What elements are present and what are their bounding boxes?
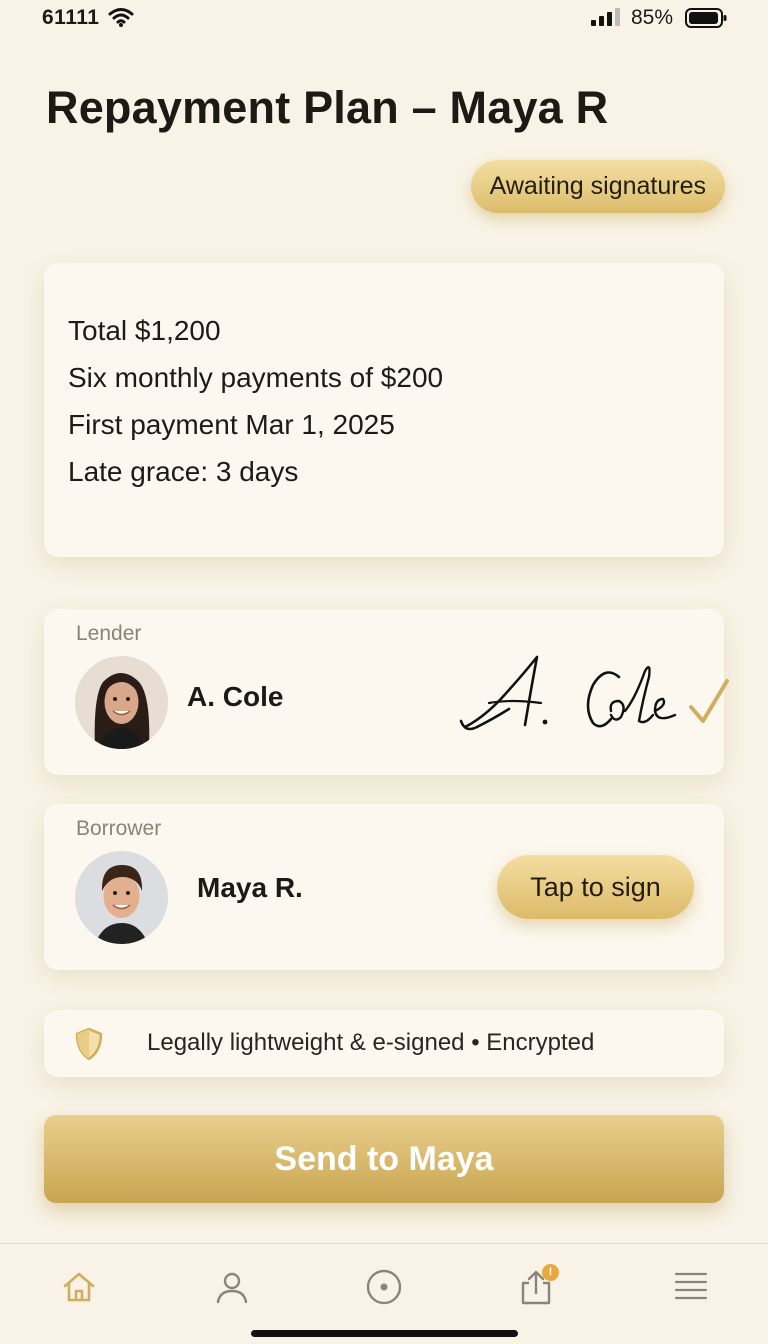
wifi-icon <box>108 6 134 33</box>
lender-role-label: Lender <box>76 622 142 645</box>
borrower-role-label: Borrower <box>76 817 162 840</box>
terms-card: Total $1,200 Six monthly payments of $20… <box>44 263 724 557</box>
menu-icon <box>673 1269 709 1310</box>
security-note: Legally lightweight & e-signed • Encrypt… <box>44 1010 724 1077</box>
lender-card: Lender A. Cole <box>44 609 729 775</box>
battery-percentage: 85% <box>631 6 674 29</box>
share-icon: ! <box>519 1263 559 1310</box>
status-time: 61111 <box>42 6 100 29</box>
lender-avatar <box>75 656 168 749</box>
tab-home[interactable] <box>56 1266 102 1312</box>
terms-schedule: Six monthly payments of $200 <box>68 362 444 393</box>
profile-icon <box>214 1269 250 1310</box>
tab-menu[interactable] <box>668 1266 714 1312</box>
share-notification-badge: ! <box>542 1263 559 1281</box>
home-indicator[interactable] <box>251 1330 518 1337</box>
terms-first-payment: First payment Mar 1, 2025 <box>68 409 395 440</box>
terms-grace-period: Late grace: 3 days <box>68 456 299 487</box>
cell-signal-icon <box>590 8 622 31</box>
security-text: Legally lightweight & e-signed • Encrypt… <box>147 1029 595 1056</box>
page-title: Repayment Plan – Maya R <box>46 82 609 133</box>
tap-to-sign-button[interactable]: Tap to sign <box>497 855 694 919</box>
status-bar: 61111 85% <box>0 0 768 36</box>
record-icon <box>365 1268 403 1311</box>
tab-record[interactable] <box>361 1266 407 1312</box>
battery-icon <box>685 8 727 33</box>
send-to-maya-button[interactable]: Send to Maya <box>44 1115 724 1203</box>
tab-bar: ! <box>0 1243 768 1344</box>
home-icon <box>61 1269 97 1310</box>
borrower-name: Maya R. <box>197 872 303 903</box>
tab-profile[interactable] <box>209 1266 255 1312</box>
terms-total: Total $1,200 <box>68 315 221 346</box>
lender-signature <box>459 649 739 754</box>
lender-name: A. Cole <box>187 681 284 712</box>
tab-share[interactable]: ! <box>513 1263 559 1312</box>
status-badge: Awaiting signatures <box>470 160 725 213</box>
borrower-avatar <box>75 851 168 944</box>
shield-icon <box>74 1027 104 1066</box>
borrower-card: Borrower Maya R. Tap to sign <box>44 804 724 970</box>
